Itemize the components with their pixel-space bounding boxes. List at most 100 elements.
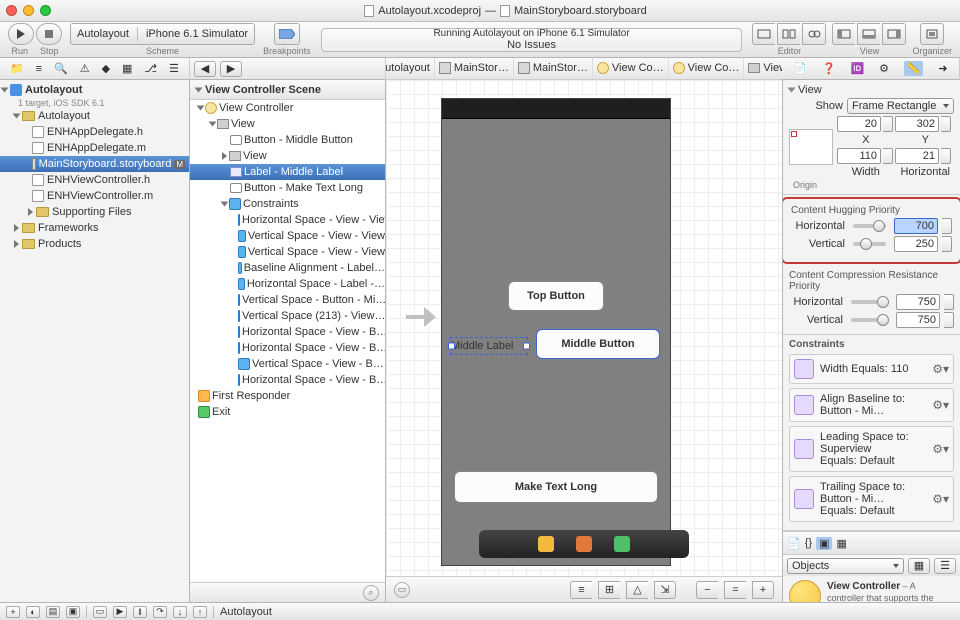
debugger-hide-button[interactable]: ▭ (93, 606, 107, 618)
outline-item[interactable]: Constraints (190, 196, 385, 212)
initial-scene-arrow-icon[interactable] (406, 305, 436, 329)
run-button[interactable] (8, 23, 34, 45)
symbol-navigator-icon[interactable]: ≡ (36, 63, 42, 75)
library-icon-view-button[interactable]: ▦ (908, 558, 930, 574)
filter-unsaved-button[interactable]: ▣ (66, 606, 80, 618)
file-inspector-icon[interactable]: 📄 (793, 62, 807, 75)
y-field[interactable]: 302 (895, 116, 939, 132)
chp-v-stepper[interactable] (942, 236, 952, 252)
attributes-inspector-icon[interactable]: ⚙ (879, 62, 889, 75)
filter-recent-button[interactable]: ◐ (26, 606, 40, 618)
gear-icon[interactable]: ⚙▾ (932, 492, 949, 506)
outline-back-button[interactable]: ◀ (194, 61, 216, 77)
library-list-view-button[interactable]: ☰ (934, 558, 956, 574)
constraint-card[interactable]: Align Baseline to: Button - Mi…⚙▾ (789, 388, 954, 422)
outline-item[interactable]: Button - Middle Button (190, 132, 385, 148)
debug-continue-button[interactable]: ▶ (113, 606, 127, 618)
ccrp-horizontal-slider[interactable] (851, 300, 888, 304)
organizer-button[interactable] (920, 23, 944, 45)
log-navigator-icon[interactable]: ☰ (169, 62, 179, 75)
outline-filter-button[interactable]: ⌕ (363, 585, 379, 601)
top-button[interactable]: Top Button (508, 281, 604, 311)
gear-icon[interactable]: ⚙▾ (932, 442, 949, 456)
zoom-in-button[interactable]: + (752, 581, 774, 599)
ccrp-vertical-slider[interactable] (851, 318, 888, 322)
standard-editor-button[interactable] (752, 23, 775, 45)
view-segmented[interactable] (832, 23, 906, 45)
file-item[interactable]: ENHAppDelegate.h (0, 124, 189, 140)
filter-scm-button[interactable]: ▤ (46, 606, 60, 618)
debug-step-out-button[interactable]: ↑ (193, 606, 207, 618)
outline-item[interactable]: View Controller (190, 100, 385, 116)
size-inspector-icon[interactable]: 📏 (904, 61, 924, 76)
outline-constraint-item[interactable]: Vertical Space - View - View (190, 228, 385, 244)
dock-exit-icon[interactable] (614, 536, 630, 552)
file-item[interactable]: ENHViewController.h (0, 172, 189, 188)
chp-h-stepper[interactable] (942, 218, 952, 234)
quick-help-icon[interactable]: ❓ (822, 62, 836, 75)
y-stepper[interactable] (941, 116, 951, 132)
disclosure-icon[interactable] (14, 240, 19, 248)
height-field[interactable]: 21 (895, 148, 939, 164)
minimize-window-button[interactable] (23, 5, 34, 16)
assistant-editor-button[interactable] (777, 23, 800, 45)
zoom-out-button[interactable]: − (696, 581, 718, 599)
storyboard-canvas[interactable]: Top Button Middle Label Middle Button Ma… (386, 80, 782, 576)
gear-icon[interactable]: ⚙▾ (932, 398, 949, 412)
disclosure-icon[interactable] (209, 122, 217, 127)
make-text-long-button[interactable]: Make Text Long (454, 471, 658, 503)
outline-constraint-item[interactable]: Horizontal Space - View - B… (190, 372, 385, 388)
ccrp-h-stepper[interactable] (944, 294, 954, 310)
x-stepper[interactable] (883, 116, 893, 132)
align-menu-button[interactable]: ≡ (570, 581, 592, 599)
disclosure-icon[interactable] (788, 88, 796, 93)
middle-label-selected[interactable]: Middle Label (450, 337, 528, 355)
resolve-issues-button[interactable]: △ (626, 581, 648, 599)
width-stepper[interactable] (883, 148, 893, 164)
library-objects-popup[interactable]: Objects (787, 558, 904, 574)
connections-inspector-icon[interactable]: ➜ (938, 62, 947, 75)
outline-item[interactable]: Exit (190, 404, 385, 420)
outline-item[interactable]: First Responder (190, 388, 385, 404)
disclosure-icon[interactable] (222, 152, 227, 160)
debug-navigator-icon[interactable]: ▦ (122, 62, 132, 75)
ccrp-vertical-field[interactable]: 750 (896, 312, 940, 328)
editor-mode-segmented[interactable] (752, 23, 826, 45)
outline-constraint-item[interactable]: Vertical Space - Button - Mi… (190, 292, 385, 308)
x-field[interactable]: 20 (837, 116, 881, 132)
chp-horizontal-field[interactable]: 700 (894, 218, 938, 234)
show-popup[interactable]: Frame Rectangle (847, 98, 954, 114)
scene-dock[interactable] (479, 530, 689, 558)
inspector-tab-bar[interactable]: 📄 ❓ 🆔 ⚙ 📏 ➜ (782, 58, 960, 80)
outline-constraint-item[interactable]: Vertical Space - View - View (190, 244, 385, 260)
identity-inspector-icon[interactable]: 🆔 (851, 62, 865, 75)
disclosure-icon[interactable] (28, 208, 33, 216)
outline-constraint-item[interactable]: Horizontal Space - Label -… (190, 276, 385, 292)
file-item[interactable]: ENHViewController.m (0, 188, 189, 204)
constraint-card[interactable]: Width Equals: 110⚙▾ (789, 354, 954, 384)
disclosure-icon[interactable] (13, 114, 21, 119)
toggle-navigator-button[interactable] (832, 23, 855, 45)
outline-constraint-item[interactable]: Horizontal Space - View - View (190, 212, 385, 228)
project-navigator-icon[interactable]: 📁 (10, 62, 24, 75)
outline-constraint-item[interactable]: Horizontal Space - View - B… (190, 324, 385, 340)
outline-item[interactable]: View (190, 148, 385, 164)
navigator-tabs[interactable]: 📁 ≡ 🔍 ⚠ ◆ ▦ ⎇ ☰ (0, 58, 190, 80)
chp-horizontal-slider[interactable] (853, 224, 886, 228)
disclosure-icon[interactable] (221, 202, 229, 207)
scheme-selector[interactable]: Autolayout iPhone 6.1 Simulator (70, 23, 255, 45)
disclosure-icon[interactable] (197, 106, 205, 111)
file-item-selected[interactable]: MainStoryboard.storyboardM (0, 156, 189, 172)
outline-forward-button[interactable]: ▶ (220, 61, 242, 77)
breakpoints-button[interactable] (274, 23, 300, 45)
stop-button[interactable] (36, 23, 62, 45)
outline-constraint-item[interactable]: Vertical Space - View - B… (190, 356, 385, 372)
group-item[interactable]: Products (0, 236, 189, 252)
constraint-card[interactable]: Trailing Space to: Button - Mi…Equals: D… (789, 476, 954, 522)
resizing-menu-button[interactable]: ⇲ (654, 581, 676, 599)
chp-vertical-slider[interactable] (853, 242, 886, 246)
breakpoint-navigator-icon[interactable]: ⎇ (144, 62, 157, 75)
library-tab-code[interactable]: {} (805, 537, 812, 549)
debug-pause-button[interactable]: ‖ (133, 606, 147, 618)
toggle-outline-button[interactable]: ▭ (394, 582, 410, 598)
